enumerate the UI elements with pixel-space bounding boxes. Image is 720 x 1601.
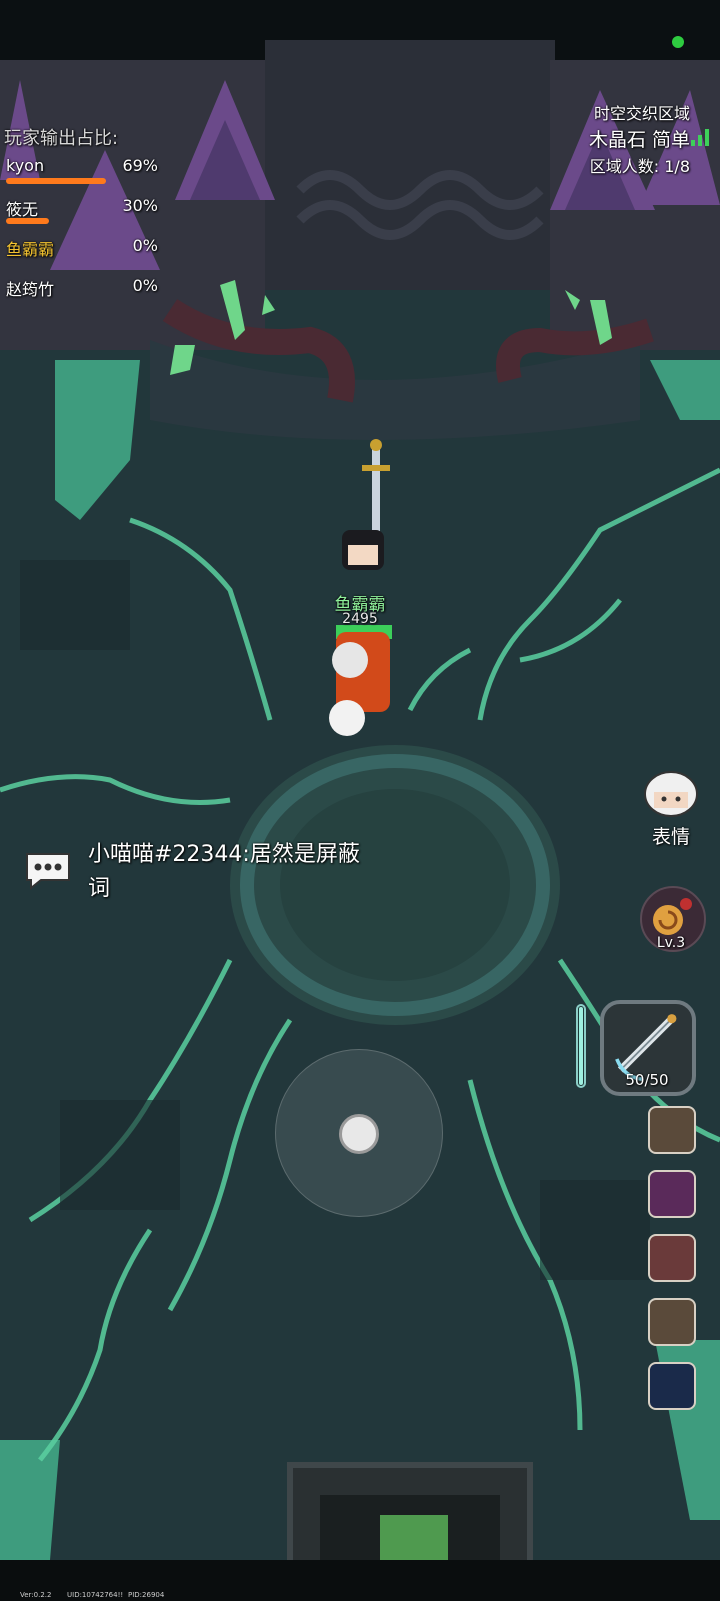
joystick-knob[interactable]: [339, 1114, 379, 1154]
pid-label: PID:26904: [128, 1591, 165, 1599]
damage-share-row: kyon 69%: [6, 156, 158, 196]
zone-name-label: 木晶石 简单: [588, 129, 690, 151]
damage-share-bar: [6, 218, 49, 224]
damage-share-row: 筱无 30%: [6, 196, 158, 236]
emote-button-label[interactable]: 表情: [640, 822, 702, 849]
version-label: Ver:0.2.2: [20, 1591, 52, 1599]
damage-share-bar: [6, 178, 106, 184]
emote-avatar-icon[interactable]: [640, 766, 702, 818]
damage-share-percent: 0%: [132, 236, 158, 255]
damage-share-player-name: 鱼霸霸: [6, 240, 55, 259]
damage-share-player-name: 筱无: [6, 200, 39, 219]
blue-portal-icon[interactable]: [648, 1362, 696, 1410]
damage-share-player-name: kyon: [6, 156, 45, 175]
chat-message: 小喵喵#22344:居然是屏蔽词: [88, 842, 360, 901]
damage-share-title: 玩家输出占比:: [4, 128, 119, 149]
damage-share-percent: 69%: [122, 156, 158, 175]
damage-share-row: 赵筠竹 0%: [6, 276, 158, 316]
damage-share-row: 鱼霸霸 0%: [6, 236, 158, 276]
player-hp-value: 2495: [342, 611, 378, 627]
chat-speech-bubble-icon[interactable]: [23, 850, 73, 890]
signal-strength-icon: [691, 129, 709, 146]
damage-share-percent: 30%: [122, 196, 158, 215]
zone-area-label: 时空交织区域: [593, 104, 690, 123]
energy-bar: [576, 1004, 586, 1088]
beast-head-icon[interactable]: [648, 1234, 696, 1282]
ammo-count: 50/50: [625, 1071, 669, 1089]
pet-level-label: Lv.3: [656, 935, 686, 951]
connection-status-dot: [672, 36, 684, 48]
energy-bar-fill: [579, 1007, 583, 1085]
zone-player-count: 区域人数: 1/8: [589, 157, 690, 176]
damage-share-player-name: 赵筠竹: [6, 280, 55, 299]
uid-label: UID:10742764!!: [67, 1591, 124, 1599]
claw-slash-icon[interactable]: [648, 1106, 696, 1154]
fire-spear-icon[interactable]: [648, 1170, 696, 1218]
claw-slash-icon[interactable]: [648, 1298, 696, 1346]
damage-share-percent: 0%: [132, 276, 158, 295]
